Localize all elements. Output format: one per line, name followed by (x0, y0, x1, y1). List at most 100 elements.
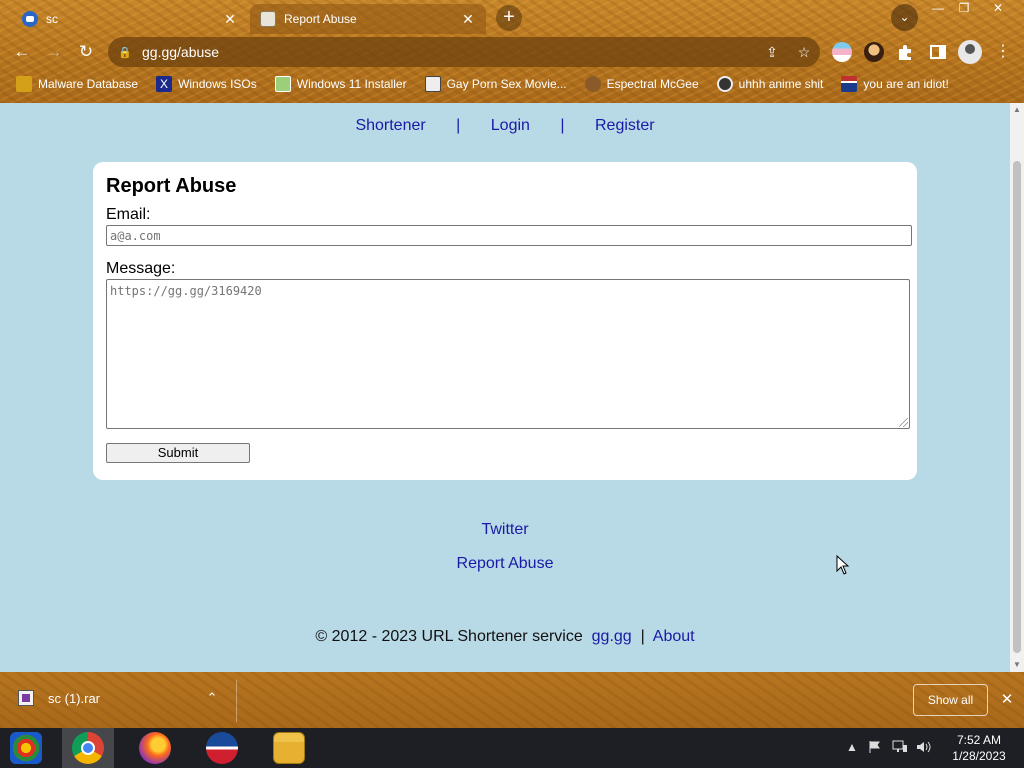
report-abuse-form-card: Report Abuse Email: Message: https://gg.… (93, 162, 917, 480)
back-button[interactable]: ← (10, 40, 34, 64)
bookmark-label: Windows ISOs (178, 77, 257, 91)
bookmark-label: uhhh anime shit (738, 77, 824, 91)
folder-icon (16, 76, 32, 92)
about-link[interactable]: About (653, 628, 695, 645)
sc-favicon-icon (22, 11, 38, 27)
browser-chrome: sc ✕ Report Abuse ✕ + ⌄ — ❐ ✕ ← → ↻ 🔒 gg… (0, 0, 1024, 103)
bookmark-you-are-an-idiot[interactable]: you are an idiot! (841, 76, 949, 92)
resize-grip-icon[interactable] (899, 418, 908, 427)
obama-logo-icon[interactable] (206, 732, 238, 764)
browser-menu-icon[interactable]: ⋮ (994, 40, 1012, 64)
nav-login-link[interactable]: Login (491, 117, 530, 134)
share-icon[interactable]: ⇪ (756, 44, 788, 61)
download-filename: sc (1).rar (48, 690, 100, 706)
nav-separator: | (456, 117, 461, 134)
bookmark-label: Malware Database (38, 77, 139, 91)
copyright-text: © 2012 - 2023 URL Shortener service (315, 628, 583, 645)
tab-search-button[interactable]: ⌄ (891, 4, 918, 31)
gg-gg-link[interactable]: gg.gg (592, 628, 632, 645)
bookmark-label: Espectral McGee (606, 77, 699, 91)
action-center-flag-icon[interactable] (868, 740, 882, 757)
bookmark-label: Windows 11 Installer (296, 77, 407, 91)
nav-separator: | (560, 117, 565, 134)
extension-avatar-icon[interactable] (864, 42, 884, 62)
system-clock[interactable]: 7:52 AM 1/28/2023 (944, 732, 1014, 764)
download-bar: sc (1).rar ⌃ Show all ✕ (0, 672, 1024, 728)
forward-button[interactable]: → (42, 40, 66, 64)
footer-report-abuse: Report Abuse (0, 555, 1010, 573)
anime-icon (716, 76, 733, 92)
tab-report-abuse[interactable]: Report Abuse ✕ (250, 4, 486, 34)
address-bar[interactable]: 🔒 gg.gg/abuse ⇪ ☆ (108, 37, 820, 67)
extensions-puzzle-icon[interactable] (896, 42, 916, 62)
bookmark-windows-isos[interactable]: X Windows ISOs (156, 76, 257, 92)
restore-button[interactable]: ❐ (952, 0, 976, 18)
rar-file-icon (18, 690, 34, 706)
bookmark-label: you are an idiot! (863, 77, 949, 91)
submit-button[interactable]: Submit (106, 443, 250, 463)
side-panel-icon[interactable] (928, 42, 948, 62)
page-viewport: Shortener | Login | Register Report Abus… (0, 103, 1010, 672)
twitter-link[interactable]: Twitter (481, 521, 528, 538)
scrollbar-thumb[interactable] (1013, 161, 1021, 653)
download-bar-close-icon[interactable]: ✕ (998, 690, 1016, 708)
bookmark-star-icon[interactable]: ☆ (788, 44, 820, 61)
file-explorer-icon[interactable] (273, 732, 305, 764)
clock-date: 1/28/2023 (952, 749, 1006, 763)
url-text[interactable]: gg.gg/abuse (142, 44, 756, 60)
tab-strip: sc ✕ Report Abuse ✕ + ⌄ — ❐ ✕ (0, 0, 1024, 34)
browser-toolbar: ← → ↻ 🔒 gg.gg/abuse ⇪ ☆ ⋮ (0, 34, 1024, 70)
tab-close-icon[interactable]: ✕ (222, 11, 238, 28)
site-icon (424, 76, 441, 92)
show-all-button[interactable]: Show all (913, 684, 988, 716)
page-title: Report Abuse (106, 175, 237, 197)
copyright-line: © 2012 - 2023 URL Shortener service gg.g… (0, 628, 1010, 646)
bookmark-malware-database[interactable]: Malware Database (16, 76, 138, 92)
footer-separator: | (640, 628, 645, 645)
lock-icon[interactable]: 🔒 (108, 46, 142, 59)
bookmark-site[interactable]: Gay Porn Sex Movie... (424, 76, 567, 92)
extension-flag-icon[interactable] (832, 42, 852, 62)
bookmark-uhhh-anime[interactable]: uhhh anime shit (716, 76, 824, 92)
tab-sc[interactable]: sc ✕ (12, 4, 248, 34)
nav-register-link[interactable]: Register (595, 117, 655, 134)
profile-avatar-icon[interactable] (958, 40, 982, 64)
bookmarks-bar: Malware Database X Windows ISOs Windows … (0, 70, 1024, 98)
message-placeholder: https://gg.gg/3169420 (110, 284, 262, 298)
firefox-icon[interactable] (139, 732, 171, 764)
chrome-icon[interactable] (72, 732, 104, 764)
start-button-icon[interactable] (10, 732, 42, 764)
footer-twitter: Twitter (0, 521, 1010, 539)
mouse-cursor-icon (836, 555, 850, 575)
download-divider (236, 680, 237, 722)
scroll-down-arrow-icon[interactable]: ▼ (1010, 658, 1024, 672)
bookmark-espectral-mcgee[interactable]: Espectral McGee (584, 76, 699, 92)
bookmark-label: Gay Porn Sex Movie... (446, 77, 567, 91)
page-scrollbar[interactable]: ▲ ▼ (1010, 103, 1024, 672)
email-label: Email: (106, 206, 151, 223)
message-textarea[interactable]: https://gg.gg/3169420 (106, 279, 910, 429)
volume-icon[interactable] (916, 740, 932, 757)
scroll-up-arrow-icon[interactable]: ▲ (1010, 103, 1024, 117)
download-item[interactable]: sc (1).rar (18, 690, 100, 706)
bookmark-windows-11-installer[interactable]: Windows 11 Installer (274, 76, 407, 92)
top-navigation: Shortener | Login | Register (0, 117, 1010, 135)
window-close-button[interactable]: ✕ (986, 0, 1010, 18)
network-icon[interactable] (892, 740, 908, 757)
x-icon: X (156, 76, 173, 92)
tab-close-icon[interactable]: ✕ (460, 11, 476, 28)
nav-shortener-link[interactable]: Shortener (355, 117, 425, 134)
clock-time: 7:52 AM (956, 733, 1002, 747)
avatar-icon (584, 76, 601, 92)
image-icon (274, 76, 291, 92)
reload-button[interactable]: ↻ (74, 40, 98, 64)
download-options-chevron-icon[interactable]: ⌃ (204, 690, 220, 706)
tray-overflow-icon[interactable]: ▲ (846, 740, 858, 754)
email-field[interactable] (106, 225, 912, 246)
report-abuse-link[interactable]: Report Abuse (457, 555, 554, 572)
tab-title: sc (46, 12, 58, 26)
minimize-button[interactable]: — (926, 0, 950, 18)
message-label: Message: (106, 260, 176, 277)
new-tab-button[interactable]: + (496, 5, 522, 31)
tab-title: Report Abuse (284, 12, 357, 26)
